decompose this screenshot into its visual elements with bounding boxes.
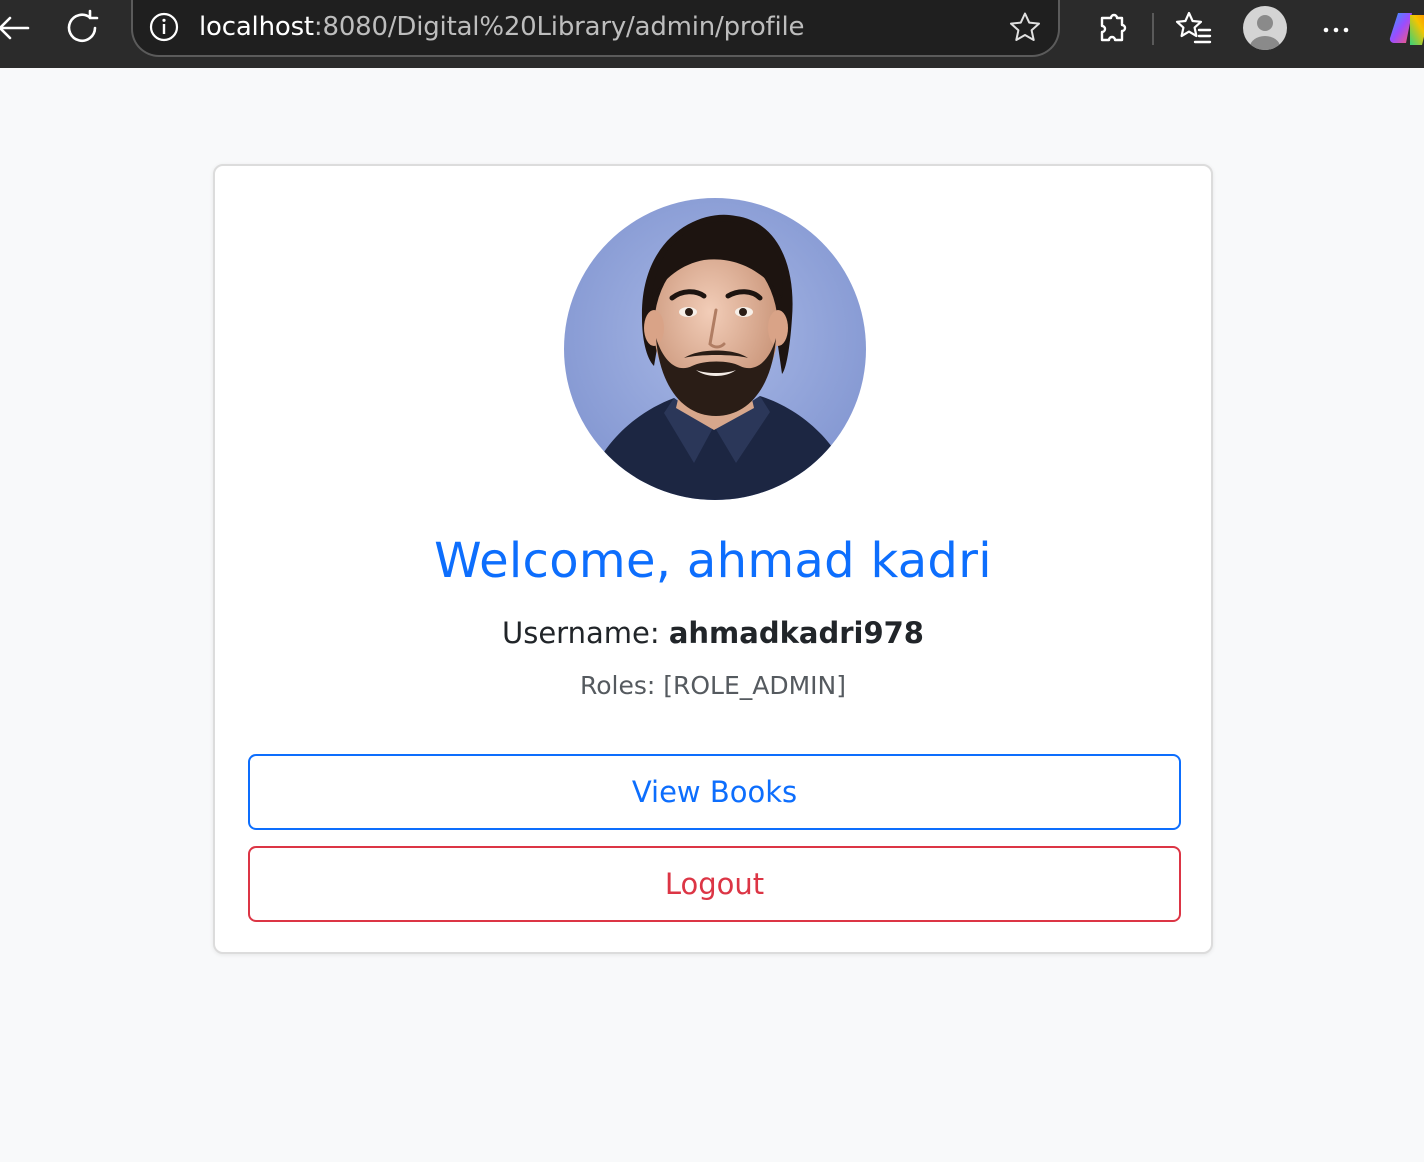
username-line: Username: ahmadkadri978 (215, 613, 1211, 653)
username-label: Username: (502, 616, 660, 650)
extensions-icon[interactable] (1092, 10, 1132, 50)
address-bar[interactable]: localhost:8080/Digital%20Library/admin/p… (131, 0, 1060, 57)
roles-text: Roles: [ROLE_ADMIN] (579, 671, 847, 700)
avatar (564, 198, 866, 500)
copilot-icon[interactable] (1388, 7, 1424, 51)
profile-icon[interactable] (1241, 4, 1289, 52)
toolbar-separator (1152, 13, 1154, 45)
logout-button[interactable]: Logout (248, 846, 1181, 922)
welcome-heading: Welcome, ahmad kadri (434, 533, 992, 589)
profile-card: Welcome, ahmad kadri Username: ahmadkadr… (213, 164, 1213, 954)
url-host: localhost (199, 12, 314, 42)
browser-toolbar: localhost:8080/Digital%20Library/admin/p… (0, 0, 1424, 68)
info-icon[interactable] (147, 10, 181, 44)
more-icon[interactable] (1316, 10, 1356, 50)
back-icon[interactable] (0, 8, 32, 48)
favorites-icon[interactable] (1173, 9, 1213, 49)
url-text[interactable]: localhost:8080/Digital%20Library/admin/p… (199, 11, 805, 43)
reload-icon[interactable] (62, 8, 102, 48)
username-value: ahmadkadri978 (668, 616, 924, 650)
star-icon[interactable] (1007, 10, 1043, 46)
view-books-button[interactable]: View Books (248, 754, 1181, 830)
url-path: :8080/Digital%20Library/admin/profile (313, 12, 805, 42)
